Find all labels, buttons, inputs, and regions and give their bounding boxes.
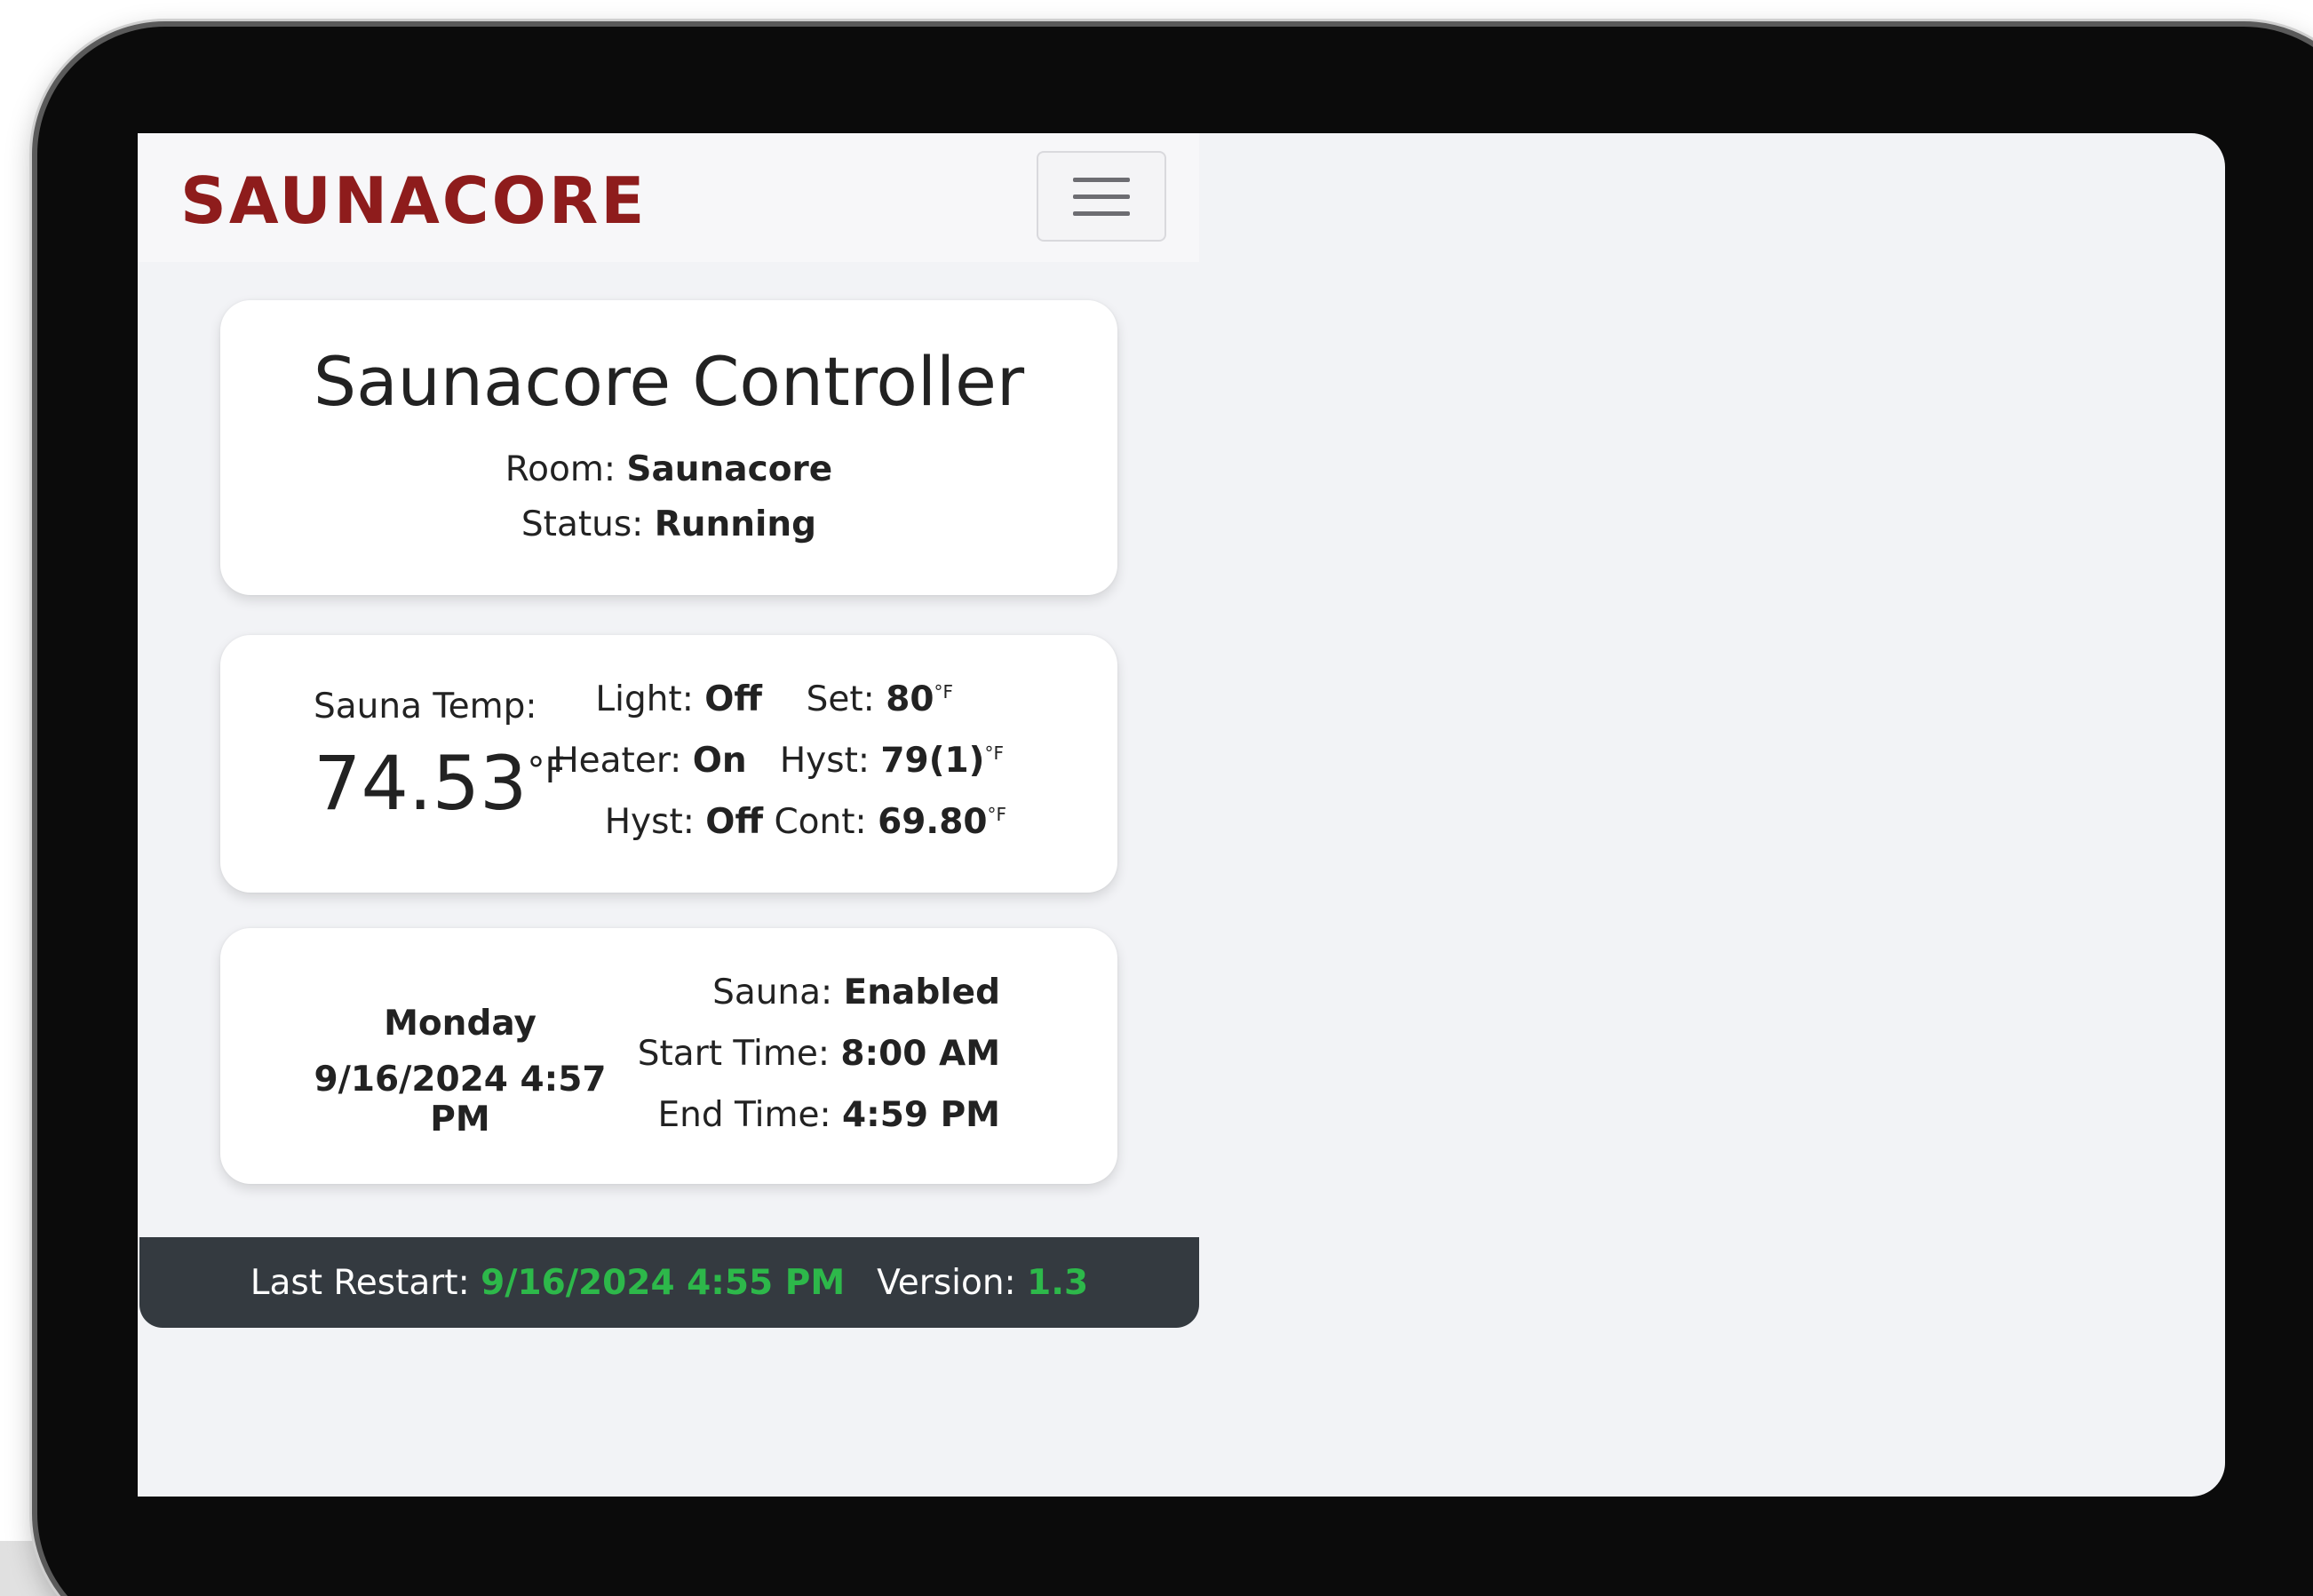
sauna-temp-label: Sauna Temp: (314, 687, 537, 727)
stage: SAUNACORE Saunacore Controller Room: Sau… (0, 0, 2313, 1596)
footer-bar: Last Restart: 9/16/2024 4:55 PM Version:… (139, 1237, 1199, 1328)
heater-label: Heater: (552, 741, 682, 781)
sauna-temp-value: 74.53°F (314, 746, 566, 821)
room-line: Room: Saunacore (220, 449, 1117, 489)
set-unit: °F (934, 681, 953, 703)
hyst-label: Hyst: (779, 741, 870, 781)
last-restart-value: 9/16/2024 4:55 PM (481, 1262, 846, 1303)
temperature-card: Sauna Temp: 74.53°F Light: Off Set: 80°F… (220, 635, 1117, 893)
cont-label: Cont: (774, 802, 867, 842)
end-time-row: End Time: 4:59 PM (658, 1095, 1001, 1135)
room-label: Room: (505, 449, 616, 489)
navbar: SAUNACORE (138, 133, 1199, 262)
version-label: Version: (877, 1262, 1016, 1303)
sauna-enabled-row: Sauna: Enabled (712, 973, 1000, 1012)
heater-hyst-row: Heater: On Hyst: 79(1)°F (552, 741, 1004, 781)
current-datetime: 9/16/2024 4:57 PM (314, 1060, 607, 1139)
menu-bar (1073, 210, 1130, 216)
status-label: Status: (521, 504, 644, 544)
start-time-row: Start Time: 8:00 AM (638, 1034, 1000, 1074)
app-container: SAUNACORE Saunacore Controller Room: Sau… (138, 133, 1199, 1328)
schedule-card: Monday 9/16/2024 4:57 PM Sauna: Enabled … (220, 928, 1117, 1184)
start-time-value: 8:00 AM (840, 1034, 1000, 1074)
hyst-value: 79(1) (880, 741, 985, 781)
set-label: Set: (806, 679, 875, 719)
tablet-screen: SAUNACORE Saunacore Controller Room: Sau… (138, 133, 2225, 1497)
sauna-label: Sauna: (712, 973, 833, 1012)
controller-card: Saunacore Controller Room: Saunacore Sta… (220, 300, 1117, 595)
light-value: Off (704, 679, 763, 719)
hyst-state-label: Hyst: (604, 802, 695, 842)
start-time-label: Start Time: (637, 1034, 831, 1074)
hyst-state-value: Off (705, 802, 764, 842)
end-time-label: End Time: (657, 1095, 831, 1135)
heater-value: On (692, 741, 747, 781)
set-value: 80 (886, 679, 934, 719)
sauna-temp-number: 74.53 (314, 740, 528, 827)
status-line: Status: Running (220, 504, 1117, 544)
room-value: Saunacore (626, 449, 833, 489)
status-value: Running (654, 504, 817, 544)
light-set-row: Light: Off Set: 80°F (595, 679, 953, 719)
sauna-value: Enabled (843, 973, 1000, 1012)
end-time-value: 4:59 PM (842, 1095, 1000, 1135)
page-title: Saunacore Controller (313, 342, 1025, 421)
hyst-cont-row: Hyst: Off Cont: 69.80°F (605, 802, 1006, 842)
last-restart-label: Last Restart: (250, 1262, 470, 1303)
menu-bar (1073, 194, 1130, 199)
brand-logo[interactable]: SAUNACORE (180, 169, 647, 233)
menu-bar (1073, 177, 1130, 182)
cont-unit: °F (987, 804, 1006, 825)
version-value: 1.3 (1027, 1262, 1089, 1303)
hamburger-menu-icon[interactable] (1037, 151, 1166, 242)
current-day: Monday (384, 1004, 537, 1044)
light-label: Light: (595, 679, 694, 719)
hyst-unit: °F (984, 742, 1004, 764)
cont-value: 69.80 (878, 802, 988, 842)
